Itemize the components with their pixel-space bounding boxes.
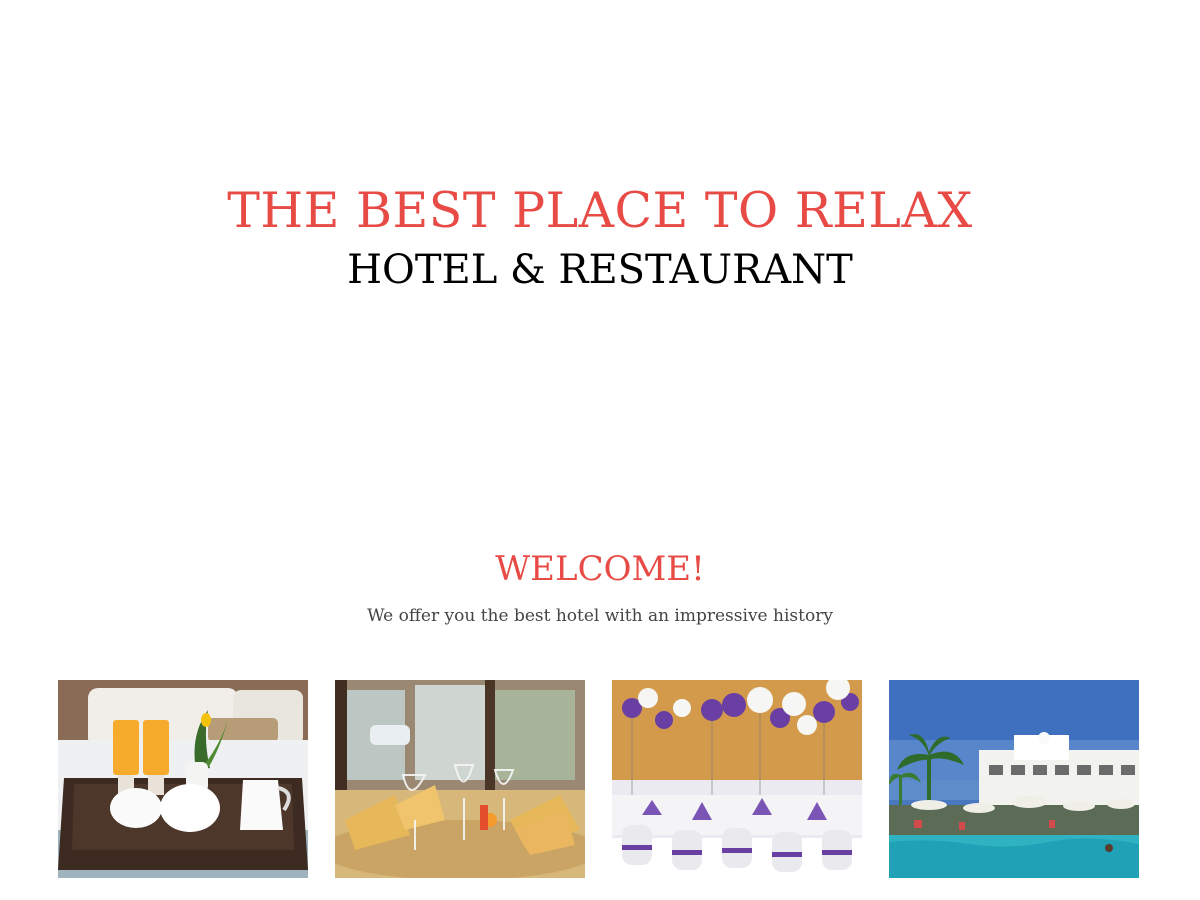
gallery-photo-banquet[interactable] — [612, 680, 862, 878]
breakfast-tray-photo — [58, 680, 308, 878]
restaurant-table-photo — [335, 680, 585, 878]
gallery-photo-restaurant[interactable] — [335, 680, 585, 878]
banquet-hall-photo — [612, 680, 862, 878]
page: THE BEST PLACE TO RELAX HOTEL & RESTAURA… — [0, 0, 1200, 900]
welcome-text: We offer you the best hotel with an impr… — [367, 606, 833, 626]
gallery-photo-resort[interactable] — [889, 680, 1139, 878]
hero-section: THE BEST PLACE TO RELAX HOTEL & RESTAURA… — [0, 180, 1200, 298]
hero-title: THE BEST PLACE TO RELAX — [227, 182, 973, 239]
hero-subtitle: HOTEL & RESTAURANT — [347, 247, 853, 293]
photo-gallery — [58, 680, 1140, 878]
welcome-title: WELCOME! — [495, 549, 705, 589]
welcome-section: WELCOME! We offer you the best hotel wit… — [0, 546, 1200, 628]
resort-pool-photo — [889, 680, 1139, 878]
gallery-photo-breakfast[interactable] — [58, 680, 308, 878]
